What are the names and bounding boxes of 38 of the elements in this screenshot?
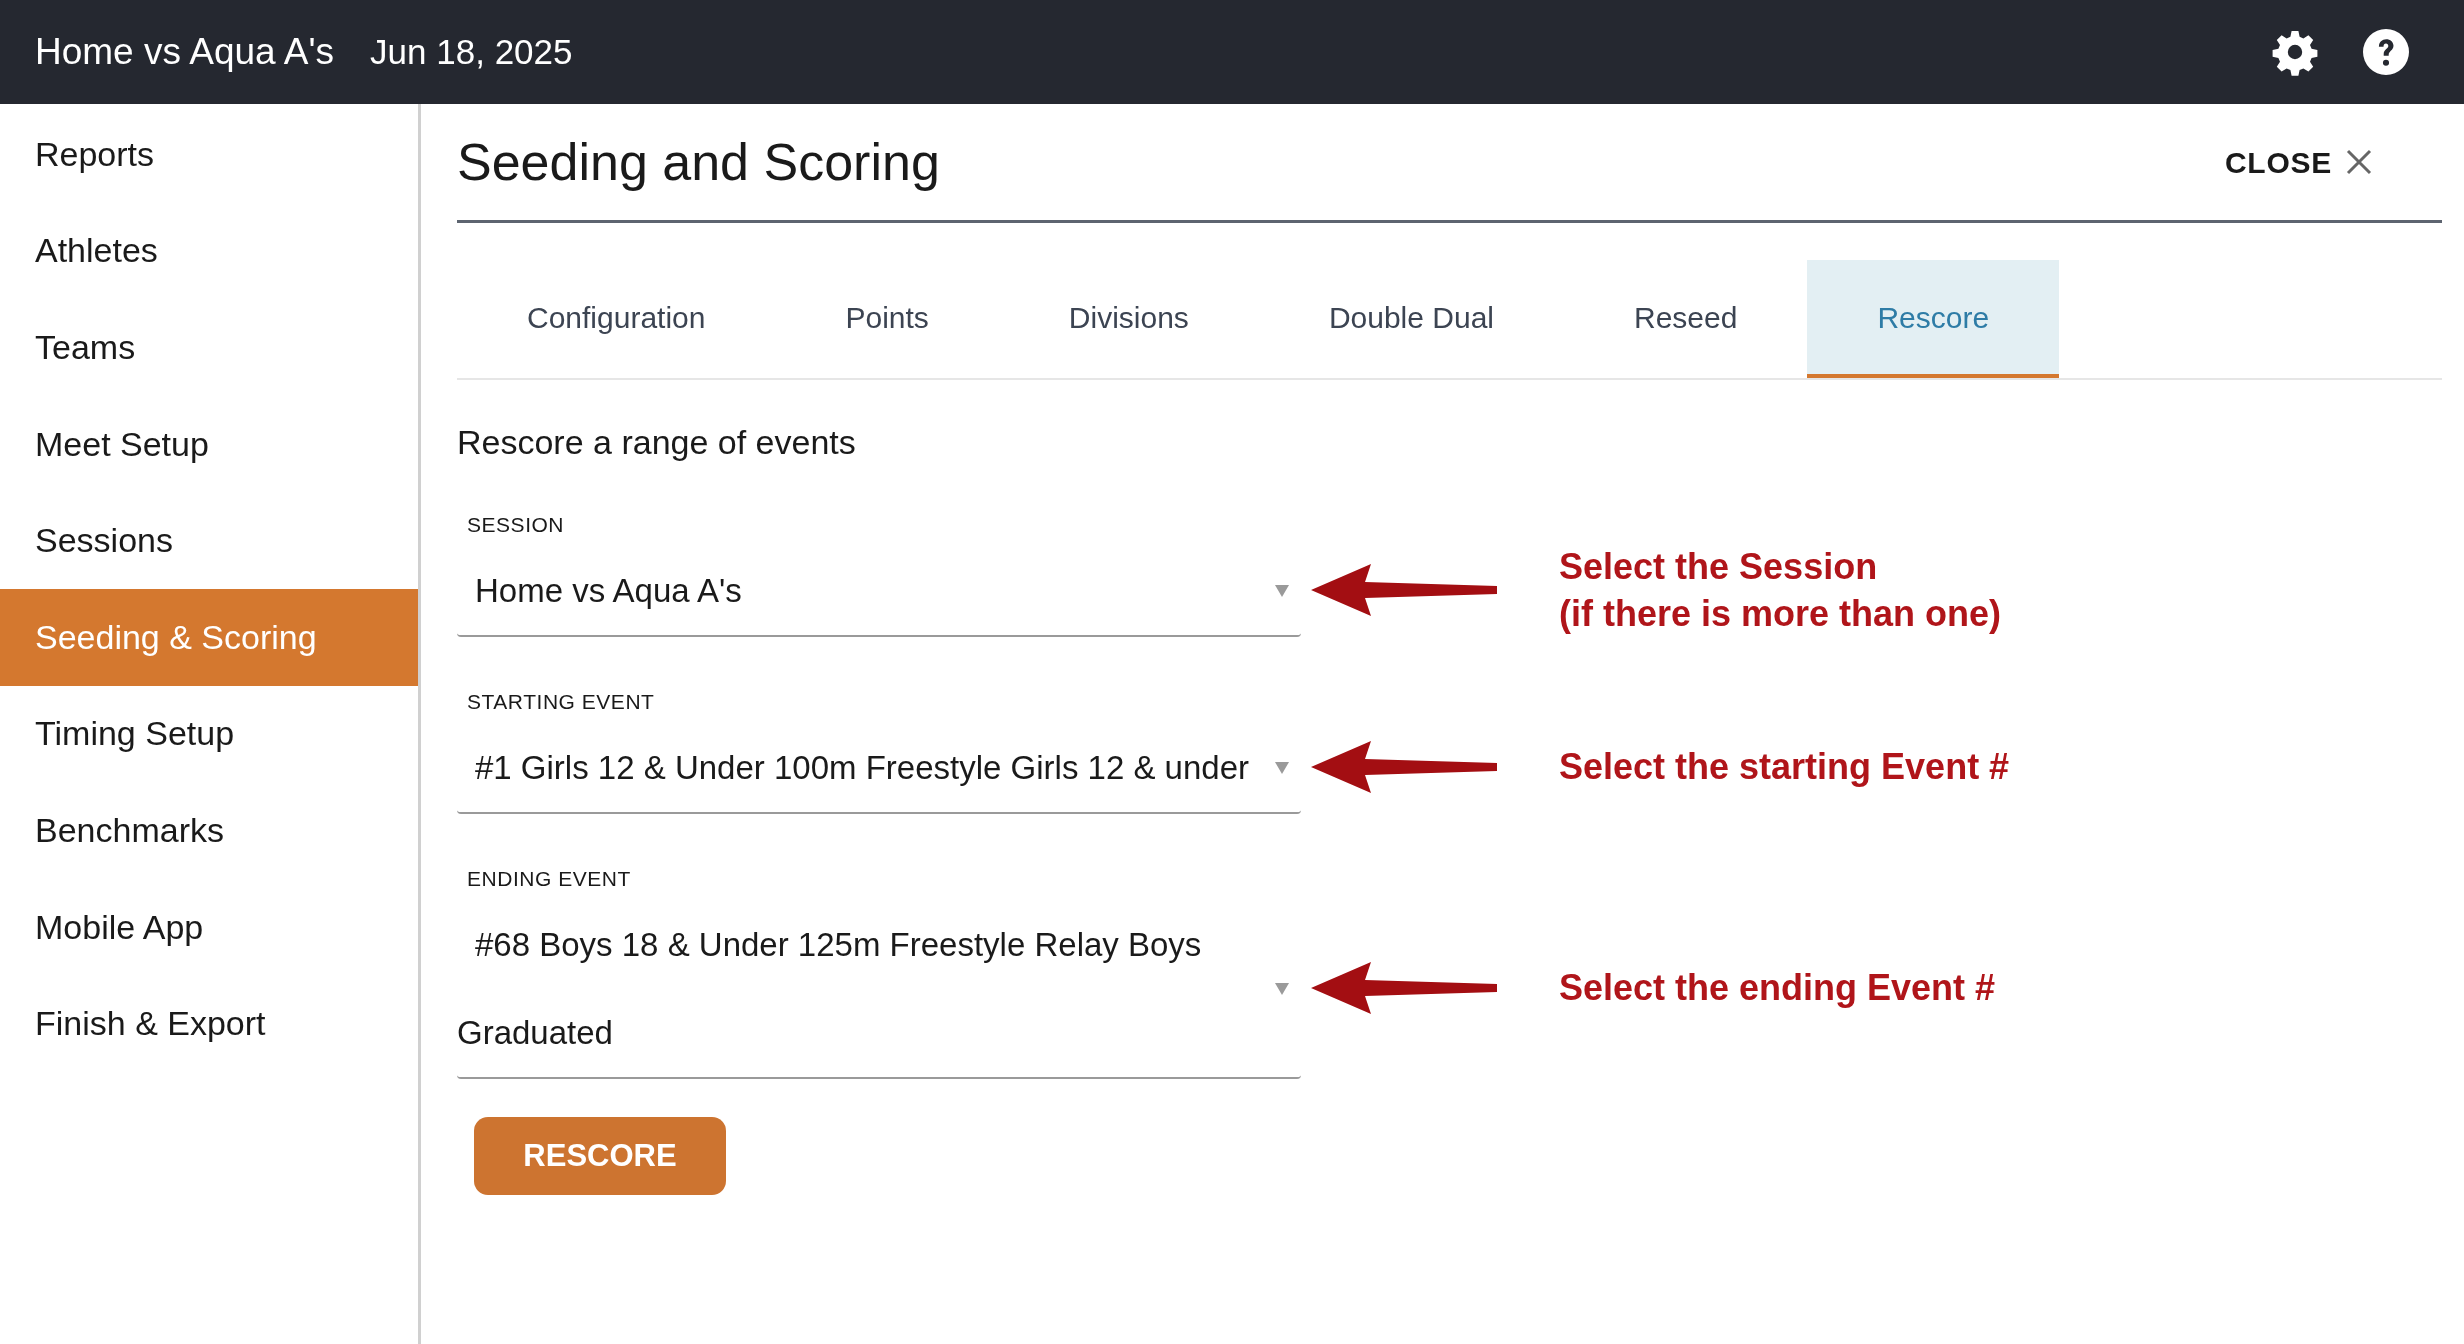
dropdown-arrow-icon (1274, 761, 1290, 775)
dropdown-arrow-icon (1274, 584, 1290, 598)
section-title: Rescore a range of events (457, 422, 857, 462)
tab[interactable]: Reseed (1564, 260, 1808, 378)
select-field[interactable]: Home vs Aqua A's (457, 547, 1301, 637)
close-button[interactable]: CLOSE (2224, 139, 2372, 185)
field-label: ENDING EVENT (466, 866, 632, 892)
settings-icon[interactable] (2271, 28, 2319, 76)
meet-title: Home vs Aqua A's (35, 30, 335, 75)
sidebar-item[interactable]: Athletes (0, 202, 418, 300)
meet-date: Jun 18, 2025 (370, 30, 573, 73)
annotation-text: Select the starting Event # (1559, 745, 2010, 789)
arrow-icon (1309, 561, 1499, 618)
sidebar-item[interactable]: Meet Setup (0, 395, 418, 493)
tab[interactable]: Points (775, 260, 999, 378)
sidebar-item[interactable]: Timing Setup (0, 685, 418, 783)
field-label: SESSION (466, 512, 566, 538)
sidebar-item[interactable]: Sessions (0, 492, 418, 589)
tab[interactable]: Rescore (1807, 260, 2060, 378)
help-icon[interactable] (2363, 29, 2409, 75)
sidebar-item[interactable]: Benchmarks (0, 782, 418, 879)
sidebar-item[interactable]: Finish & Export (0, 975, 418, 1072)
dropdown-arrow-icon (1274, 982, 1290, 996)
sidebar-item[interactable]: Mobile App (0, 878, 418, 976)
tab[interactable]: Divisions (998, 260, 1259, 378)
field-label: STARTING EVENT (466, 689, 656, 715)
tab[interactable]: Double Dual (1258, 260, 1564, 378)
sidebar-item[interactable]: Teams (0, 299, 418, 396)
close-icon (2346, 149, 2372, 175)
sidebar-item[interactable]: Reports (0, 106, 418, 203)
arrow-icon (1309, 959, 1499, 1016)
tab[interactable]: Configuration (457, 260, 776, 378)
panel-title: Seeding and Scoring (457, 132, 940, 193)
arrow-icon (1309, 738, 1499, 795)
annotation-text: Select the ending Event # (1559, 966, 1996, 1010)
select-field[interactable]: #1 Girls 12 & Under 100m Freestyle Girls 12 & under (457, 724, 1301, 814)
annotation-text: Select the Session (if there is more than one) (1559, 544, 2002, 636)
select-field[interactable]: #68 Boys 18 & Under 125m Freestyle Relay Boys Graduated (457, 901, 1301, 1079)
